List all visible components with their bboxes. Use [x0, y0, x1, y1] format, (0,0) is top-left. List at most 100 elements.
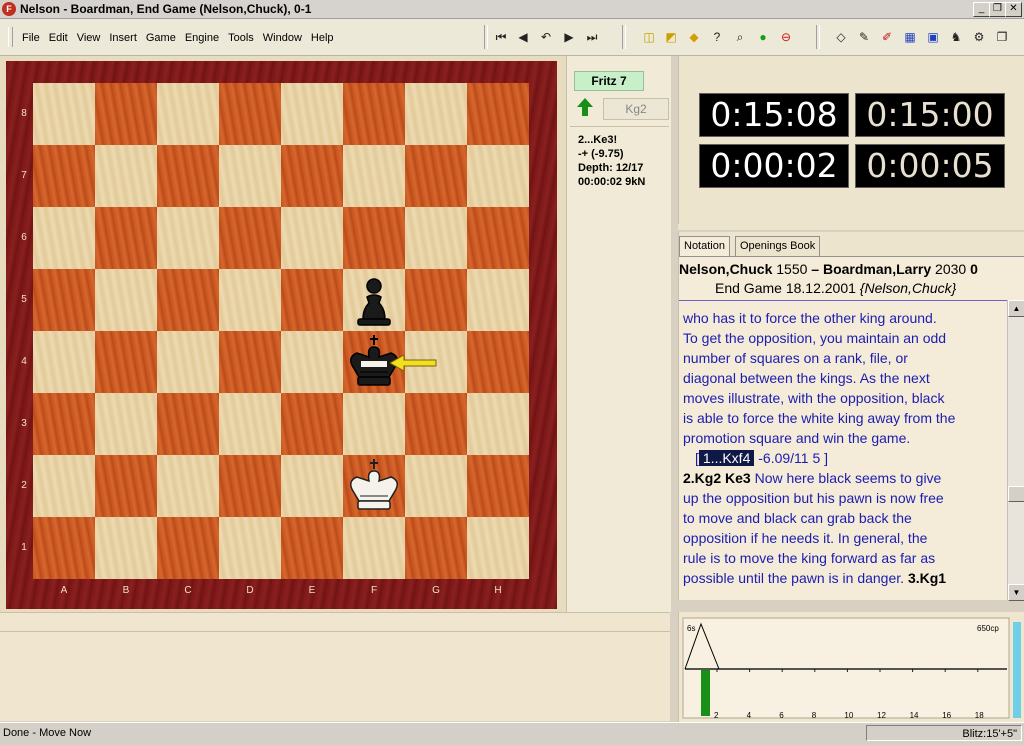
- square-g2[interactable]: [405, 455, 467, 517]
- square-f8[interactable]: [343, 83, 405, 145]
- square-d7[interactable]: [219, 145, 281, 207]
- square-d1[interactable]: [219, 517, 281, 579]
- square-d5[interactable]: [219, 269, 281, 331]
- menu-window[interactable]: Window: [263, 32, 302, 44]
- square-h1[interactable]: [467, 517, 529, 579]
- square-c7[interactable]: [157, 145, 219, 207]
- square-b7[interactable]: [95, 145, 157, 207]
- scroll-up-icon[interactable]: ▲: [1008, 300, 1024, 317]
- square-b5[interactable]: [95, 269, 157, 331]
- square-a6[interactable]: [33, 207, 95, 269]
- copy-window-icon[interactable]: ❐: [993, 29, 1011, 45]
- square-f1[interactable]: [343, 517, 405, 579]
- menu-game[interactable]: Game: [146, 32, 176, 44]
- minimize-button[interactable]: _: [973, 2, 990, 17]
- notation-scrollbar[interactable]: ▲ ▼: [1007, 300, 1024, 601]
- square-a3[interactable]: [33, 393, 95, 455]
- square-e8[interactable]: [281, 83, 343, 145]
- move-2-black[interactable]: Ke3: [725, 470, 751, 486]
- square-c4[interactable]: [157, 331, 219, 393]
- square-b3[interactable]: [95, 393, 157, 455]
- square-g1[interactable]: [405, 517, 467, 579]
- square-g6[interactable]: [405, 207, 467, 269]
- square-h2[interactable]: [467, 455, 529, 517]
- layout-icon[interactable]: ▦: [901, 29, 919, 45]
- square-e5[interactable]: [281, 269, 343, 331]
- panel-splitter[interactable]: [678, 224, 1024, 230]
- square-h4[interactable]: [467, 331, 529, 393]
- hint-icon[interactable]: ◆: [685, 29, 703, 45]
- square-a4[interactable]: [33, 331, 95, 393]
- menu-view[interactable]: View: [77, 32, 101, 44]
- scroll-thumb[interactable]: [1008, 486, 1024, 502]
- square-h5[interactable]: [467, 269, 529, 331]
- black-pawn-icon[interactable]: [343, 269, 405, 331]
- menu-file[interactable]: File: [22, 32, 40, 44]
- restore-button[interactable]: ❐: [989, 2, 1006, 17]
- square-b1[interactable]: [95, 517, 157, 579]
- square-g3[interactable]: [405, 393, 467, 455]
- chess-board[interactable]: [33, 83, 529, 579]
- square-a2[interactable]: [33, 455, 95, 517]
- tools-icon[interactable]: ✎: [855, 29, 873, 45]
- menu-tools[interactable]: Tools: [228, 32, 254, 44]
- square-d6[interactable]: [219, 207, 281, 269]
- menu-insert[interactable]: Insert: [109, 32, 137, 44]
- square-b4[interactable]: [95, 331, 157, 393]
- square-d2[interactable]: [219, 455, 281, 517]
- square-g5[interactable]: [405, 269, 467, 331]
- options-icon[interactable]: ⚙: [970, 29, 988, 45]
- square-e2[interactable]: [281, 455, 343, 517]
- takeback-icon[interactable]: ↶: [537, 29, 555, 45]
- best-move-field[interactable]: Kg2: [603, 98, 669, 120]
- close-button[interactable]: ✕: [1005, 2, 1022, 17]
- square-e6[interactable]: [281, 207, 343, 269]
- square-c1[interactable]: [157, 517, 219, 579]
- move-2-white[interactable]: 2.Kg2: [683, 470, 721, 486]
- square-c2[interactable]: [157, 455, 219, 517]
- menu-help[interactable]: Help: [311, 32, 334, 44]
- scroll-down-icon[interactable]: ▼: [1008, 584, 1024, 601]
- square-a8[interactable]: [33, 83, 95, 145]
- square-g7[interactable]: [405, 145, 467, 207]
- notation-text[interactable]: who has it to force the other king aroun…: [683, 308, 995, 588]
- stop-icon[interactable]: ⊖: [777, 29, 795, 45]
- engine-settings-icon[interactable]: ♞: [947, 29, 965, 45]
- menu-engine[interactable]: Engine: [185, 32, 219, 44]
- move-3-white[interactable]: 3.Kg1: [908, 570, 946, 586]
- square-e3[interactable]: [281, 393, 343, 455]
- last-move-icon[interactable]: ⏭: [583, 29, 601, 45]
- square-e4[interactable]: [281, 331, 343, 393]
- square-h6[interactable]: [467, 207, 529, 269]
- edit-icon[interactable]: ✐: [878, 29, 896, 45]
- square-b6[interactable]: [95, 207, 157, 269]
- square-e1[interactable]: [281, 517, 343, 579]
- menubar-grip[interactable]: [8, 27, 13, 47]
- up-arrow-icon[interactable]: [577, 98, 593, 116]
- square-h7[interactable]: [467, 145, 529, 207]
- square-c6[interactable]: [157, 207, 219, 269]
- analyze-icon[interactable]: ⌕: [731, 29, 749, 45]
- evaluation-graph[interactable]: 6s 650cp 2 4 6 8 10 12 14 16 18: [679, 612, 1024, 722]
- square-d3[interactable]: [219, 393, 281, 455]
- previous-move-icon[interactable]: ◀: [514, 29, 532, 45]
- engine-name[interactable]: Fritz 7: [574, 71, 644, 91]
- graph-scroll[interactable]: [1013, 622, 1021, 718]
- square-c8[interactable]: [157, 83, 219, 145]
- tab-openings-book[interactable]: Openings Book: [735, 236, 821, 256]
- tab-notation[interactable]: Notation: [679, 236, 730, 256]
- square-d4[interactable]: [219, 331, 281, 393]
- square-b8[interactable]: [95, 83, 157, 145]
- explain-icon[interactable]: ?: [708, 29, 726, 45]
- square-h3[interactable]: [467, 393, 529, 455]
- variation-move[interactable]: 1...Kxf4: [698, 450, 755, 466]
- window-icon[interactable]: ▣: [924, 29, 942, 45]
- square-c3[interactable]: [157, 393, 219, 455]
- open-icon[interactable]: ◩: [662, 29, 680, 45]
- new-game-icon[interactable]: ◫: [640, 29, 658, 45]
- square-b2[interactable]: [95, 455, 157, 517]
- square-e7[interactable]: [281, 145, 343, 207]
- square-h8[interactable]: [467, 83, 529, 145]
- menu-edit[interactable]: Edit: [49, 32, 68, 44]
- square-a7[interactable]: [33, 145, 95, 207]
